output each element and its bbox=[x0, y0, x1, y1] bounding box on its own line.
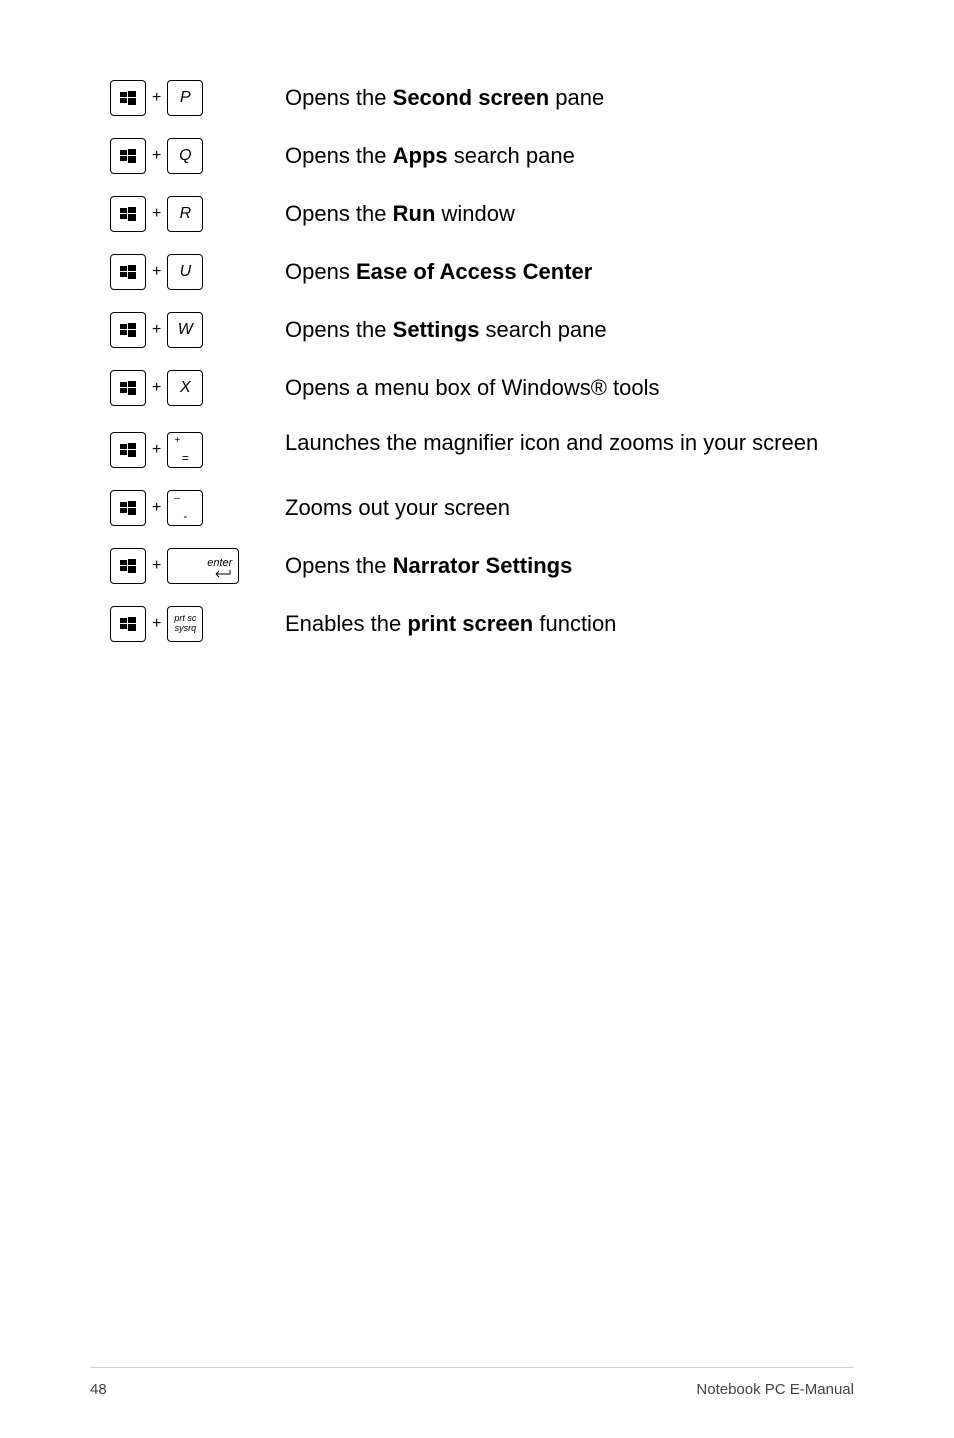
page-footer: 48 Notebook PC E-Manual bbox=[0, 1381, 954, 1398]
key-combo: + Q bbox=[110, 138, 280, 174]
shortcut-row: + enter Opens the Narrator Settings bbox=[110, 548, 854, 584]
desc-text: Opens the bbox=[285, 317, 393, 342]
key-letter: P bbox=[167, 80, 203, 116]
desc-text: Opens bbox=[285, 259, 356, 284]
key-combo: + X bbox=[110, 370, 280, 406]
key-combo: + W bbox=[110, 312, 280, 348]
prtsc-line2: sysrq bbox=[175, 624, 197, 634]
desc-text: pane bbox=[549, 85, 604, 110]
desc-text: Opens a menu box of Windows® tools bbox=[285, 375, 660, 400]
key-letter: W bbox=[167, 312, 203, 348]
shortcut-description: Opens Ease of Access Center bbox=[280, 257, 592, 288]
desc-text: Opens the bbox=[285, 85, 393, 110]
shortcut-row: + Q Opens the Apps search pane bbox=[110, 138, 854, 174]
shortcut-description: Zooms out your screen bbox=[280, 493, 510, 524]
desc-text: function bbox=[533, 611, 616, 636]
desc-text: Opens the bbox=[285, 143, 393, 168]
shortcut-row: + X Opens a menu box of Windows® tools bbox=[110, 370, 854, 406]
plus-separator: + bbox=[152, 263, 161, 281]
windows-key-icon bbox=[110, 606, 146, 642]
key-combo: + P bbox=[110, 80, 280, 116]
shortcut-description: Launches the magnifier icon and zooms in… bbox=[280, 428, 818, 459]
key-bottom-symbol: - bbox=[171, 510, 199, 522]
key-combo: + prt sc sysrq bbox=[110, 606, 280, 642]
footer-title: Notebook PC E-Manual bbox=[696, 1381, 854, 1398]
windows-key-icon bbox=[110, 432, 146, 468]
windows-key-icon bbox=[110, 548, 146, 584]
desc-bold: Ease of Access Center bbox=[356, 259, 592, 284]
plus-separator: + bbox=[152, 205, 161, 223]
desc-text: window bbox=[435, 201, 514, 226]
windows-key-icon bbox=[110, 196, 146, 232]
key-letter: Q bbox=[167, 138, 203, 174]
shortcut-list: + P Opens the Second screen pane + Q Ope… bbox=[110, 80, 854, 642]
shortcut-row: + prt sc sysrq Enables the print screen … bbox=[110, 606, 854, 642]
desc-bold: print screen bbox=[407, 611, 533, 636]
windows-key-icon bbox=[110, 80, 146, 116]
windows-key-icon bbox=[110, 490, 146, 526]
plus-separator: + bbox=[152, 321, 161, 339]
plus-separator: + bbox=[152, 615, 161, 633]
plus-separator: + bbox=[152, 499, 161, 517]
desc-bold: Narrator Settings bbox=[393, 553, 573, 578]
shortcut-description: Opens the Narrator Settings bbox=[280, 551, 572, 582]
shortcut-row: + R Opens the Run window bbox=[110, 196, 854, 232]
desc-text: Opens the bbox=[285, 201, 393, 226]
key-combo: + R bbox=[110, 196, 280, 232]
shortcut-row: + – - Zooms out your screen bbox=[110, 490, 854, 526]
plus-separator: + bbox=[152, 441, 161, 459]
shortcut-description: Opens a menu box of Windows® tools bbox=[280, 373, 660, 404]
shortcut-description: Enables the print screen function bbox=[280, 609, 616, 640]
plus-separator: + bbox=[152, 379, 161, 397]
key-printscreen: prt sc sysrq bbox=[167, 606, 203, 642]
plus-separator: + bbox=[152, 557, 161, 575]
desc-text: Opens the bbox=[285, 553, 393, 578]
key-letter: R bbox=[167, 196, 203, 232]
plus-separator: + bbox=[152, 89, 161, 107]
key-combo: + + = bbox=[110, 432, 280, 468]
enter-arrow-icon bbox=[212, 569, 232, 579]
desc-text: search pane bbox=[448, 143, 575, 168]
shortcut-row: + + = Launches the magnifier icon and zo… bbox=[110, 428, 854, 468]
key-letter: X bbox=[167, 370, 203, 406]
key-letter: U bbox=[167, 254, 203, 290]
shortcut-row: + W Opens the Settings search pane bbox=[110, 312, 854, 348]
key-combo: + – - bbox=[110, 490, 280, 526]
page-number: 48 bbox=[90, 1381, 107, 1398]
shortcut-row: + U Opens Ease of Access Center bbox=[110, 254, 854, 290]
shortcut-description: Opens the Second screen pane bbox=[280, 83, 604, 114]
desc-bold: Apps bbox=[393, 143, 448, 168]
desc-bold: Run bbox=[393, 201, 436, 226]
desc-bold: Settings bbox=[393, 317, 480, 342]
key-combo: + U bbox=[110, 254, 280, 290]
shortcut-row: + P Opens the Second screen pane bbox=[110, 80, 854, 116]
shortcut-description: Opens the Apps search pane bbox=[280, 141, 575, 172]
enter-label: enter bbox=[207, 557, 232, 569]
key-enter: enter bbox=[167, 548, 239, 584]
key-bottom-symbol: = bbox=[171, 452, 199, 464]
windows-key-icon bbox=[110, 312, 146, 348]
footer-divider bbox=[90, 1367, 854, 1368]
shortcut-description: Opens the Settings search pane bbox=[280, 315, 607, 346]
desc-bold: Second screen bbox=[393, 85, 550, 110]
key-plus-equals: + = bbox=[167, 432, 203, 468]
plus-separator: + bbox=[152, 147, 161, 165]
desc-text: search pane bbox=[479, 317, 606, 342]
key-combo: + enter bbox=[110, 548, 280, 584]
desc-text: Zooms out your screen bbox=[285, 495, 510, 520]
desc-text: Enables the bbox=[285, 611, 407, 636]
key-top-symbol: + bbox=[171, 436, 180, 446]
windows-key-icon bbox=[110, 370, 146, 406]
windows-key-icon bbox=[110, 138, 146, 174]
key-minus: – - bbox=[167, 490, 203, 526]
windows-key-icon bbox=[110, 254, 146, 290]
shortcut-description: Opens the Run window bbox=[280, 199, 515, 230]
desc-text: Launches the magnifier icon and zooms in… bbox=[285, 430, 818, 455]
key-top-symbol: – bbox=[171, 494, 180, 504]
